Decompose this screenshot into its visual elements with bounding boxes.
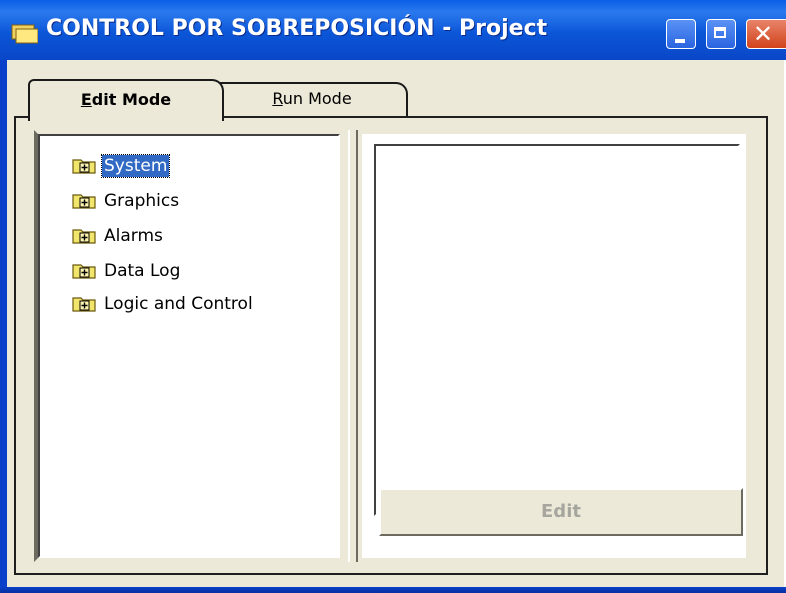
tree-item-label: Graphics bbox=[104, 191, 180, 211]
folder-plus-icon bbox=[72, 194, 96, 209]
tree-item-label: Data Log bbox=[104, 261, 181, 281]
splitter-handle[interactable] bbox=[348, 130, 358, 562]
folder-plus-icon bbox=[72, 229, 96, 244]
minimize-icon bbox=[675, 39, 685, 43]
tree-item-alarms[interactable]: Alarms bbox=[72, 223, 165, 249]
window-frame-bottom bbox=[0, 587, 786, 593]
close-icon: ✕ bbox=[753, 20, 774, 48]
tab-run-mnemonic: R bbox=[272, 89, 283, 108]
minimize-button[interactable] bbox=[666, 19, 696, 49]
folder-plus-icon bbox=[72, 297, 96, 312]
folder-plus-icon bbox=[72, 264, 96, 279]
window-title: CONTROL POR SOBREPOSICIÓN - Project bbox=[46, 16, 548, 41]
tab-edit-label: dit Mode bbox=[91, 90, 172, 109]
tree-item-label: System bbox=[100, 154, 171, 178]
tree-item-logic-and-control[interactable]: Logic and Control bbox=[72, 291, 255, 317]
tree-item-system[interactable]: System bbox=[72, 153, 171, 179]
tree-item-graphics[interactable]: Graphics bbox=[72, 188, 181, 214]
folders-icon bbox=[11, 24, 38, 44]
edit-button[interactable]: Edit bbox=[379, 488, 743, 536]
title-bar[interactable]: CONTROL POR SOBREPOSICIÓN - Project ✕ bbox=[0, 0, 786, 60]
tab-edit-mnemonic: E bbox=[80, 90, 92, 109]
project-window: CONTROL POR SOBREPOSICIÓN - Project ✕ Ru… bbox=[0, 0, 786, 593]
maximize-button[interactable] bbox=[706, 19, 736, 49]
detail-list[interactable] bbox=[374, 144, 740, 516]
tab-run-label: un Mode bbox=[282, 89, 352, 108]
window-frame-left bbox=[0, 60, 7, 590]
tree-item-label: Logic and Control bbox=[104, 294, 253, 314]
tab-run-mode[interactable]: Run Mode bbox=[216, 82, 408, 116]
tree-item-data-log[interactable]: Data Log bbox=[72, 258, 182, 284]
tree-item-label: Alarms bbox=[104, 226, 163, 246]
maximize-icon bbox=[714, 27, 726, 38]
close-button[interactable]: ✕ bbox=[746, 19, 786, 49]
folder-plus-icon bbox=[72, 159, 96, 174]
tab-edit-mode[interactable]: Edit Mode bbox=[28, 79, 224, 121]
